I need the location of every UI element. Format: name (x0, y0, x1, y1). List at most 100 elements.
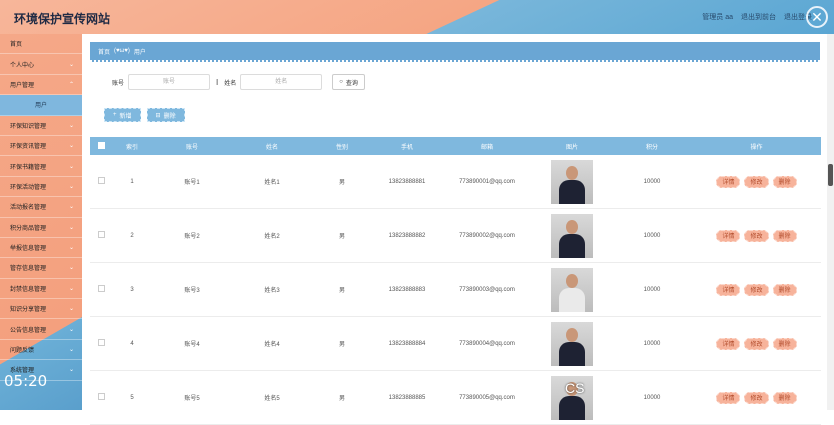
sidebar-item-news[interactable]: 环保资讯管理 ⌄ (0, 136, 82, 157)
detail-button[interactable]: 详情 (716, 391, 741, 404)
sidebar-item-home[interactable]: 首页 (0, 34, 82, 55)
sidebar-item-knowledge[interactable]: 环保知识管理 ⌄ (0, 116, 82, 136)
sidebar-item-bans[interactable]: 封禁信息管理 ⌄ (0, 279, 82, 300)
sidebar-item-label: 公告信息管理 (10, 327, 47, 334)
cell-phone: 13823888882 (388, 232, 426, 239)
sidebar-item-storage[interactable]: 管存信息管理 ⌄ (0, 258, 82, 279)
sidebar-item-sharing[interactable]: 知识分享管理 ⌄ (0, 299, 82, 320)
detail-button[interactable]: 详情 (716, 229, 741, 242)
user-table: 索引 账号 姓名 性别 手机 邮箱 图片 积分 操作 1 账号1 姓名1 男 1… (90, 137, 821, 425)
sidebar-item-notices[interactable]: 公告信息管理 ⌄ (0, 319, 82, 340)
chevron-down-icon: ⌄ (68, 367, 74, 374)
query-label: 查询 (345, 80, 358, 87)
sidebar-item-books[interactable]: 环保书籍管理 ⌄ (0, 156, 82, 177)
edit-button[interactable]: 修改 (744, 283, 769, 296)
top-header: 环境保护宣传网站 管理员 aa 退出到前台 退出登录 ✕ (0, 0, 834, 34)
front-button[interactable]: 退出到前台 (741, 12, 776, 22)
col-account: 账号 (185, 144, 198, 151)
sidebar: 首页 个人中心 ⌄ 用户管理 ⌃ 用户 环保知识管理 ⌄ 环保资讯管理 ⌄ 环保书籍管理… (0, 34, 82, 410)
col-index: 索引 (125, 144, 138, 151)
sidebar-item-profile[interactable]: 个人中心 ⌄ (0, 54, 82, 75)
sidebar-item-user-mgmt[interactable]: 用户管理 ⌃ (0, 75, 82, 96)
scrollbar-thumb[interactable] (828, 164, 833, 186)
detail-button[interactable]: 详情 (716, 175, 741, 188)
cell-email: 773890005@qq.com (459, 394, 515, 401)
row-checkbox[interactable] (97, 393, 105, 400)
table-row: 4 账号4 姓名4 男 13823888884 773890004@qq.com… (90, 317, 821, 371)
detail-button[interactable]: 详情 (716, 283, 741, 296)
row-checkbox[interactable] (97, 231, 105, 238)
detail-button[interactable]: 详情 (716, 337, 741, 350)
cell-name: 姓名5 (264, 396, 280, 402)
name-label: 姓名 (224, 80, 237, 87)
video-timestamp: 05:20 (4, 372, 48, 390)
sidebar-item-feedback[interactable]: 问题反馈 ⌄ (0, 340, 82, 361)
bulk-delete-button[interactable]: ⊟ 删除 (146, 108, 185, 122)
delete-button[interactable]: 删除 (772, 391, 797, 404)
cell-points: 10000 (643, 286, 661, 293)
col-email: 邮箱 (480, 144, 493, 151)
breadcrumb-current: 用户 (133, 49, 146, 56)
breadcrumb-home[interactable]: 首页 (98, 47, 110, 56)
user-photo (551, 267, 593, 312)
cell-phone: 13823888881 (388, 178, 426, 185)
sidebar-item-points-goods[interactable]: 积分商品管理 ⌄ (0, 218, 82, 238)
name-input[interactable]: 姓名 (240, 74, 323, 90)
row-actions: 详情 修改 删除 (692, 337, 821, 350)
cell-points: 10000 (643, 232, 661, 239)
row-actions: 详情 修改 删除 (692, 391, 821, 404)
sidebar-item-label: 首页 (10, 42, 23, 49)
cell-index: 3 (130, 286, 134, 293)
query-button[interactable]: ○ 查询 (332, 74, 365, 90)
window-icon[interactable]: ▢ (773, 368, 784, 382)
delete-button[interactable]: 删除 (772, 229, 797, 242)
add-button[interactable]: + 新增 (104, 108, 141, 122)
row-checkbox[interactable] (97, 177, 105, 184)
sidebar-item-label: 知识分享管理 (10, 307, 47, 314)
table-row: 1 账号1 姓名1 男 13823888881 773890001@qq.com… (90, 155, 821, 209)
delete-label: 删除 (163, 113, 176, 120)
cell-points: 10000 (643, 178, 661, 185)
close-icon[interactable]: ✕ (806, 6, 828, 28)
sidebar-item-label: 封禁信息管理 (10, 286, 47, 293)
cell-account: 账号5 (184, 396, 200, 402)
col-name: 姓名 (265, 144, 278, 151)
edit-button[interactable]: 修改 (744, 175, 769, 188)
chevron-down-icon: ⌄ (68, 326, 74, 333)
select-all-checkbox[interactable] (97, 141, 105, 149)
sidebar-item-signup[interactable]: 活动报名管理 ⌄ (0, 197, 82, 218)
cell-gender: 男 (338, 180, 345, 186)
trash-icon: ⊟ (155, 112, 161, 119)
sidebar-item-label: 用户 (34, 103, 47, 110)
breadcrumb-separator: (♥ω♥) (114, 48, 130, 54)
delete-button[interactable]: 删除 (772, 337, 797, 350)
sidebar-item-activities[interactable]: 环保活动管理 ⌄ (0, 177, 82, 198)
cell-name: 姓名1 (264, 180, 280, 186)
edit-button[interactable]: 修改 (744, 391, 769, 404)
account-label: 账号 (112, 80, 125, 87)
delete-button[interactable]: 删除 (772, 283, 797, 296)
sidebar-item-users[interactable]: 用户 (0, 95, 82, 116)
delete-button[interactable]: 删除 (772, 175, 797, 188)
cell-email: 773890004@qq.com (459, 340, 515, 347)
cell-email: 773890002@qq.com (459, 232, 515, 239)
edit-button[interactable]: 修改 (744, 337, 769, 350)
cell-gender: 男 (338, 288, 345, 294)
more-icon[interactable]: ⋯ (802, 368, 814, 382)
row-checkbox[interactable] (97, 285, 105, 292)
account-input[interactable]: 账号 (128, 74, 211, 90)
col-photo: 图片 (565, 144, 578, 151)
chevron-down-icon: ⌄ (68, 306, 74, 313)
sidebar-item-label: 积分商品管理 (10, 225, 47, 232)
user-photo (551, 213, 593, 258)
sidebar-item-reports[interactable]: 举报信息管理 ⌄ (0, 238, 82, 259)
sidebar-item-label: 问题反馈 (10, 348, 35, 355)
row-checkbox[interactable] (97, 339, 105, 346)
col-points: 积分 (645, 144, 658, 151)
edit-button[interactable]: 修改 (744, 229, 769, 242)
page-scrollbar[interactable] (827, 34, 834, 410)
chevron-down-icon: ⌄ (68, 224, 74, 231)
row-actions: 详情 修改 删除 (692, 283, 821, 296)
header-tools: 管理员 aa 退出到前台 退出登录 (702, 12, 812, 22)
minimize-icon[interactable]: — (743, 368, 755, 382)
